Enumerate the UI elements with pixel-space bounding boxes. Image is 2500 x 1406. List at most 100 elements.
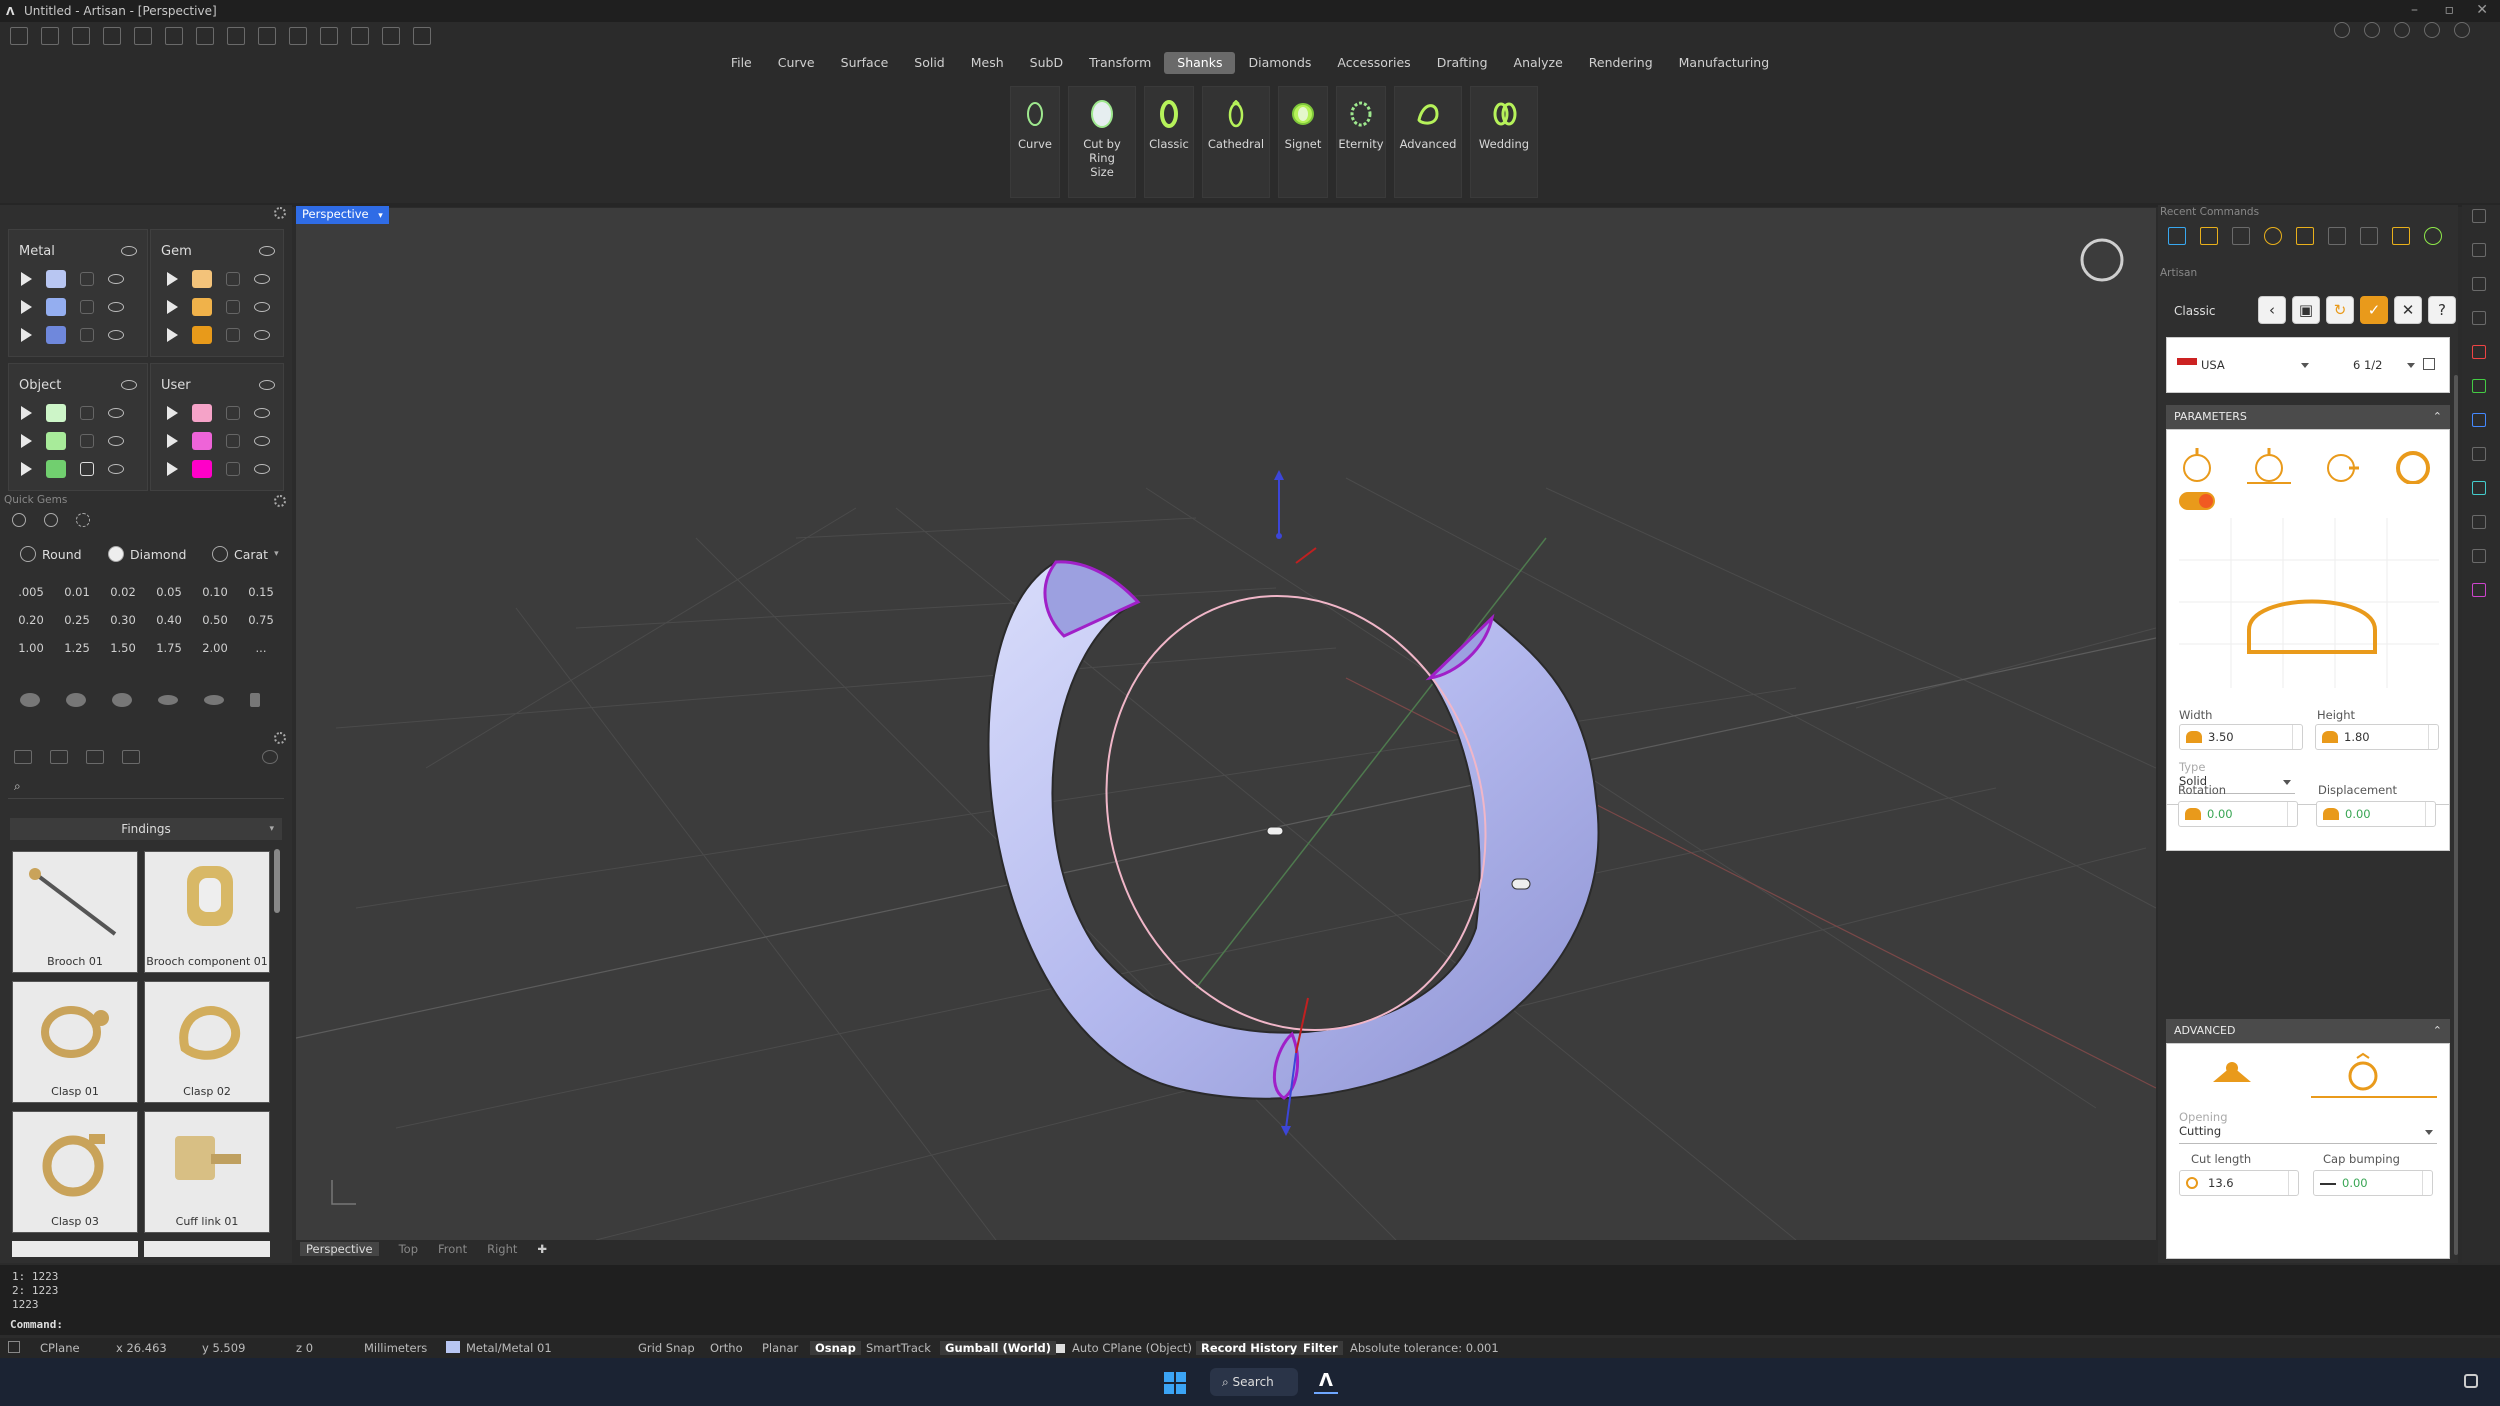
chevron-up-icon[interactable]: ⌃ bbox=[2433, 405, 2442, 429]
cap-bumping-input[interactable]: 0.00 bbox=[2313, 1170, 2433, 1196]
classic-shank-button[interactable]: Classic bbox=[1144, 86, 1194, 198]
colors-icon[interactable] bbox=[2472, 583, 2486, 597]
open-icon[interactable] bbox=[72, 27, 90, 45]
library-item[interactable]: Clasp 01 bbox=[12, 981, 138, 1103]
visibility-eye-icon[interactable] bbox=[254, 464, 270, 474]
advanced-header[interactable]: ADVANCED ⌃ bbox=[2166, 1019, 2450, 1043]
reset-button[interactable]: ↻ bbox=[2326, 296, 2354, 324]
cut-length-input[interactable]: 13.6 bbox=[2179, 1170, 2299, 1196]
filter-toggle[interactable]: Filter bbox=[1298, 1341, 1343, 1355]
layout-icon[interactable] bbox=[2334, 22, 2350, 38]
taskbar-search-button[interactable]: ⌕ Search bbox=[1210, 1368, 1298, 1396]
eternity-shank-button[interactable]: Eternity bbox=[1336, 86, 1386, 198]
library-settings-icon[interactable] bbox=[274, 732, 286, 744]
gem-shape-icon[interactable] bbox=[204, 695, 224, 705]
layers-icon[interactable] bbox=[2472, 311, 2486, 325]
visibility-eye-icon[interactable] bbox=[254, 330, 270, 340]
play-icon[interactable] bbox=[167, 300, 178, 314]
recent-command-icon[interactable] bbox=[2200, 227, 2218, 245]
command-input[interactable]: Command: bbox=[10, 1318, 2488, 1334]
help-panel-icon[interactable] bbox=[2472, 549, 2486, 563]
align-icon[interactable] bbox=[382, 27, 400, 45]
menu-curve[interactable]: Curve bbox=[765, 52, 828, 74]
refresh-icon[interactable] bbox=[262, 750, 278, 764]
rotation-input[interactable]: 0.00 bbox=[2178, 801, 2298, 827]
library-icon[interactable] bbox=[2472, 447, 2486, 461]
gem-swatch-2[interactable] bbox=[192, 298, 212, 316]
library-item[interactable]: Clasp 03 bbox=[12, 1111, 138, 1233]
add-folder-icon[interactable] bbox=[50, 750, 68, 764]
gem-shape-icon[interactable] bbox=[158, 695, 178, 705]
lock-icon[interactable] bbox=[80, 300, 94, 314]
displacement-stepper[interactable] bbox=[2425, 802, 2435, 826]
menu-surface[interactable]: Surface bbox=[828, 52, 902, 74]
carat-option[interactable]: 0.05 bbox=[146, 585, 192, 599]
ring-size-chart-icon[interactable] bbox=[2423, 358, 2435, 370]
play-icon[interactable] bbox=[21, 462, 32, 476]
visibility-eye-icon[interactable] bbox=[108, 408, 124, 418]
update-icon[interactable] bbox=[2454, 22, 2470, 38]
recent-command-icon[interactable] bbox=[2264, 227, 2282, 245]
recent-command-icon[interactable] bbox=[2232, 227, 2250, 245]
panel-icon[interactable] bbox=[2472, 209, 2486, 223]
visibility-eye-icon[interactable] bbox=[254, 302, 270, 312]
units-label[interactable]: Millimeters bbox=[364, 1341, 427, 1355]
cathedral-shank-button[interactable]: Cathedral bbox=[1202, 86, 1270, 198]
status-panel-icon[interactable] bbox=[8, 1341, 20, 1353]
carat-option[interactable]: 0.15 bbox=[238, 585, 284, 599]
lock-icon[interactable] bbox=[226, 300, 240, 314]
menu-manufacturing[interactable]: Manufacturing bbox=[1666, 52, 1783, 74]
gem-swatch-1[interactable] bbox=[192, 270, 212, 288]
recent-command-icon[interactable] bbox=[2392, 227, 2410, 245]
lock-icon[interactable] bbox=[226, 434, 240, 448]
grid-snap-toggle[interactable]: Grid Snap bbox=[638, 1341, 695, 1355]
object-swatch-2[interactable] bbox=[46, 432, 66, 450]
recent-command-icon[interactable] bbox=[2424, 227, 2442, 245]
menu-accessories[interactable]: Accessories bbox=[1324, 52, 1423, 74]
object-swatch-1[interactable] bbox=[46, 404, 66, 422]
folder-icon[interactable] bbox=[14, 750, 32, 764]
close-icon[interactable]: ✕ bbox=[2476, 2, 2488, 18]
recent-command-icon[interactable] bbox=[2328, 227, 2346, 245]
library-item[interactable]: Brooch 01 bbox=[12, 851, 138, 973]
gem-unit-select[interactable]: Carat ▾ bbox=[212, 541, 279, 567]
tab-perspective[interactable]: Perspective bbox=[300, 1242, 379, 1256]
split-shank-icon[interactable] bbox=[2207, 1058, 2257, 1088]
carat-option[interactable]: 0.75 bbox=[238, 613, 284, 627]
play-icon[interactable] bbox=[167, 434, 178, 448]
curve-shank-button[interactable]: Curve bbox=[1010, 86, 1060, 198]
current-layer[interactable]: Metal/Metal 01 bbox=[466, 1341, 552, 1355]
lock-icon[interactable] bbox=[226, 462, 240, 476]
visibility-eye-icon[interactable] bbox=[108, 330, 124, 340]
rotation-stepper[interactable] bbox=[2287, 802, 2297, 826]
gumball-center[interactable] bbox=[1276, 533, 1282, 539]
gem-swatch-3[interactable] bbox=[192, 326, 212, 344]
viewport-canvas[interactable] bbox=[296, 208, 2156, 1240]
properties-icon[interactable] bbox=[2472, 243, 2486, 257]
visibility-eye-icon[interactable] bbox=[121, 380, 137, 390]
profile-bottom-icon[interactable] bbox=[2327, 454, 2359, 482]
tab-front[interactable]: Front bbox=[438, 1242, 467, 1256]
carat-option[interactable]: 2.00 bbox=[192, 641, 238, 655]
user-swatch-2[interactable] bbox=[192, 432, 212, 450]
metal-swatch-2[interactable] bbox=[46, 298, 66, 316]
quick-gems-settings-icon[interactable] bbox=[274, 495, 286, 507]
settings-tool-icon[interactable] bbox=[413, 27, 431, 45]
menu-analyze[interactable]: Analyze bbox=[1501, 52, 1576, 74]
lock-icon[interactable] bbox=[80, 328, 94, 342]
library-grid-icon[interactable] bbox=[122, 750, 140, 764]
width-stepper[interactable] bbox=[2292, 725, 2302, 749]
planar-toggle[interactable]: Planar bbox=[762, 1341, 798, 1355]
library-item[interactable]: Clasp 02 bbox=[144, 981, 270, 1103]
lock-icon[interactable] bbox=[80, 462, 94, 476]
play-icon[interactable] bbox=[21, 406, 32, 420]
carat-option[interactable]: 0.02 bbox=[100, 585, 146, 599]
recent-command-icon[interactable] bbox=[2168, 227, 2186, 245]
new-template-icon[interactable] bbox=[41, 27, 59, 45]
add-viewport-icon[interactable]: ✚ bbox=[537, 1242, 547, 1256]
smarttrack-toggle[interactable]: SmartTrack bbox=[866, 1341, 931, 1355]
cut-length-stepper[interactable] bbox=[2288, 1171, 2298, 1195]
play-icon[interactable] bbox=[21, 434, 32, 448]
menu-diamonds[interactable]: Diamonds bbox=[1235, 52, 1324, 74]
width-input[interactable]: 3.50 bbox=[2179, 724, 2303, 750]
